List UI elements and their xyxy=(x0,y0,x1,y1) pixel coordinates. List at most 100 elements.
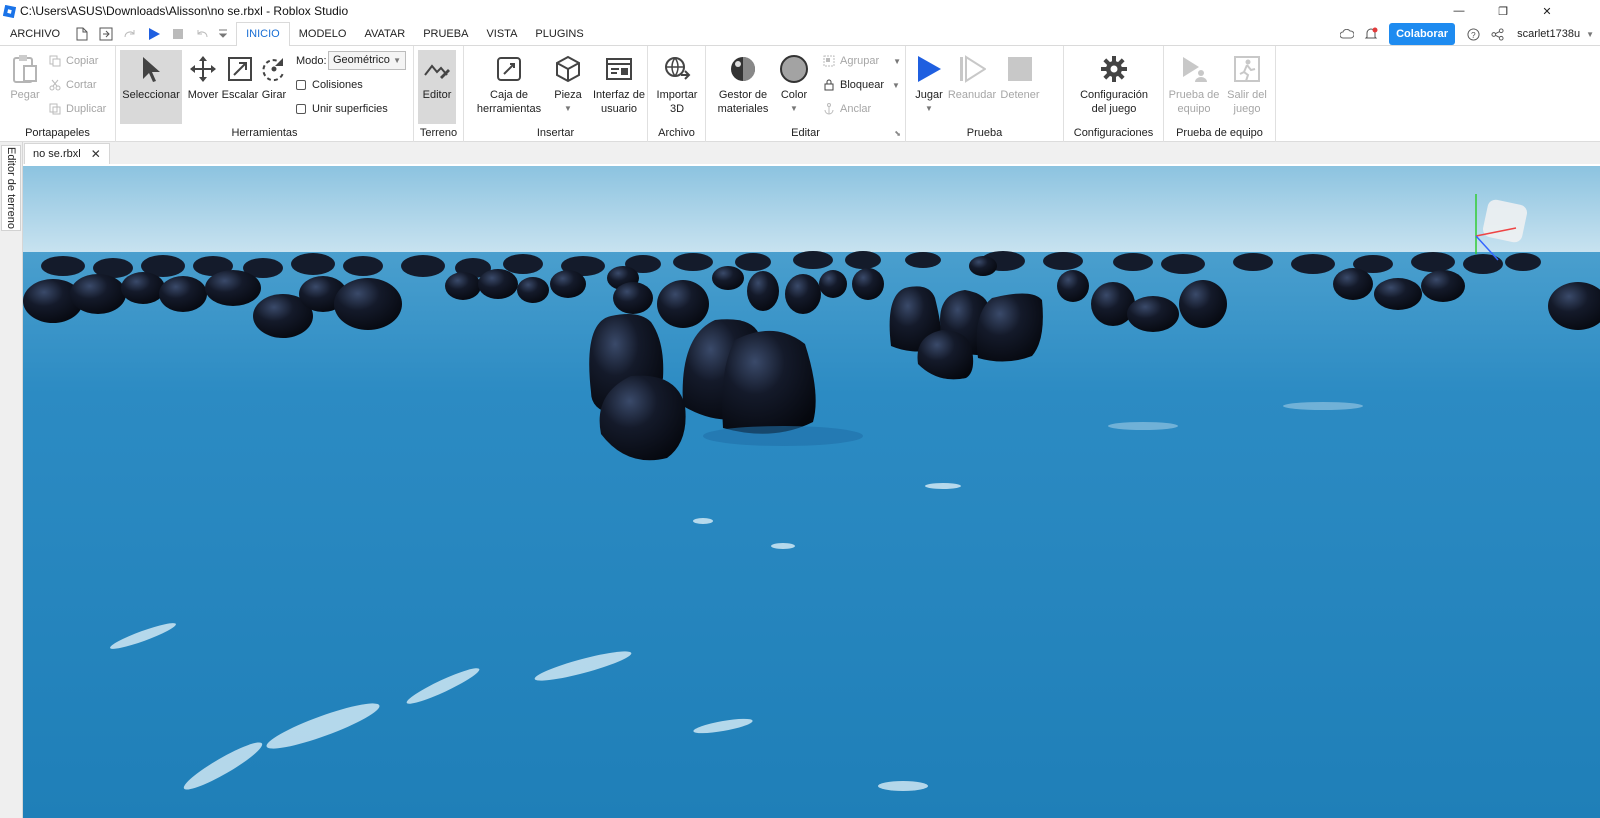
toolbox-button[interactable]: Caja de herramientas xyxy=(474,50,544,116)
copy-button[interactable]: Copiar xyxy=(48,52,98,70)
settings-group: Configuración del juego Configuraciones xyxy=(1064,46,1164,142)
minimize-icon: — xyxy=(1453,5,1465,17)
group-label-clipboard: Portapapeles xyxy=(25,127,90,139)
quick-play-icon[interactable] xyxy=(146,26,162,42)
color-circle-icon xyxy=(776,50,812,88)
material-sphere-icon xyxy=(725,50,761,88)
restore-icon: ❐ xyxy=(1498,5,1508,18)
cloud-icon[interactable] xyxy=(1339,26,1355,42)
3d-viewport[interactable] xyxy=(23,166,1600,818)
cube-icon xyxy=(550,50,586,88)
collaborate-button[interactable]: Colaborar xyxy=(1389,23,1456,45)
roblox-studio-icon xyxy=(3,4,16,18)
tab-inicio[interactable]: INICIO xyxy=(236,21,290,47)
terrain-editor-side-tab[interactable]: Editor de terreno xyxy=(1,145,21,231)
part-chevron-down-icon: ▼ xyxy=(564,104,572,113)
undo-icon[interactable] xyxy=(194,26,210,42)
cut-button[interactable]: Cortar xyxy=(48,76,97,94)
join-surfaces-check[interactable] xyxy=(296,104,306,114)
exit-game-icon xyxy=(1229,50,1265,88)
customize-dropdown-icon[interactable] xyxy=(218,26,228,42)
globe-import-icon xyxy=(659,50,695,88)
duplicate-button[interactable]: Duplicar xyxy=(48,100,106,118)
copy-icon xyxy=(48,54,62,68)
import-3d-button[interactable]: Importar 3D xyxy=(654,50,700,116)
tools-group: Seleccionar Mover Escalar Girar Modo: Ge… xyxy=(116,46,414,142)
resume-button[interactable]: Reanudar xyxy=(946,50,998,102)
team-test-group: Prueba de equipo Salir del juego Prueba … xyxy=(1164,46,1276,142)
close-icon: ✕ xyxy=(1542,5,1552,18)
restore-button[interactable]: ❐ xyxy=(1480,0,1526,22)
tab-plugins[interactable]: PLUGINS xyxy=(526,22,592,46)
close-tab-icon[interactable]: ✕ xyxy=(91,147,101,161)
tab-avatar[interactable]: AVATAR xyxy=(355,22,414,46)
close-window-button[interactable]: ✕ xyxy=(1524,0,1570,22)
paste-button[interactable]: Pegar xyxy=(8,50,42,102)
group-label-edit: Editar xyxy=(791,127,820,139)
tab-modelo[interactable]: MODELO xyxy=(290,22,356,46)
group-label-settings: Configuraciones xyxy=(1073,127,1154,139)
username-label[interactable]: scarlet1738u xyxy=(1517,28,1580,40)
color-button[interactable]: Color ▼ xyxy=(776,50,812,116)
redo-icon[interactable] xyxy=(122,26,138,42)
tab-vista[interactable]: VISTA xyxy=(477,22,526,46)
mode-select[interactable]: Geométrico ▼ xyxy=(328,51,406,70)
rotate-tool-button[interactable]: Girar xyxy=(256,50,292,102)
part-button[interactable]: Pieza ▼ xyxy=(548,50,588,116)
play-icon xyxy=(911,50,947,88)
play-button[interactable]: Jugar ▼ xyxy=(912,50,946,116)
lock-icon xyxy=(822,78,836,92)
anchor-button[interactable]: Anclar xyxy=(822,100,871,118)
group-label-file: Archivo xyxy=(658,127,695,139)
notifications-bell-icon[interactable] xyxy=(1363,26,1379,42)
move-tool-button[interactable]: Mover xyxy=(184,50,222,102)
toolbox-icon xyxy=(491,50,527,88)
lock-button[interactable]: Bloquear ▼ xyxy=(822,76,900,94)
game-settings-button[interactable]: Configuración del juego xyxy=(1074,50,1154,116)
join-surfaces-checkbox[interactable]: Unir superficies xyxy=(296,100,388,118)
exit-game-button[interactable]: Salir del juego xyxy=(1222,50,1272,116)
share-icon[interactable] xyxy=(1489,26,1505,42)
quick-stop-icon[interactable] xyxy=(170,26,186,42)
group-icon xyxy=(822,54,836,68)
insert-group: Caja de herramientas Pieza ▼ Interfaz de… xyxy=(464,46,648,142)
group-chevron-down-icon: ▼ xyxy=(893,56,902,66)
window-title: C:\Users\ASUS\Downloads\Alisson\no se.rb… xyxy=(20,4,349,18)
publish-icon[interactable] xyxy=(98,26,114,42)
anchor-icon xyxy=(822,102,836,116)
group-label-terrain: Terreno xyxy=(419,127,458,139)
clipboard-group: Pegar Copiar Cortar Duplicar Portapapele… xyxy=(0,46,116,142)
lock-chevron-down-icon: ▼ xyxy=(892,80,900,90)
new-file-icon[interactable] xyxy=(74,26,90,42)
collisions-checkbox[interactable]: Colisiones xyxy=(296,76,363,94)
collisions-check[interactable] xyxy=(296,80,306,90)
resume-icon xyxy=(954,50,990,88)
play-chevron-down-icon: ▼ xyxy=(925,104,933,113)
rotate-icon xyxy=(256,50,292,88)
ui-window-icon xyxy=(601,50,637,88)
file-menu[interactable]: ARCHIVO xyxy=(0,28,70,40)
group-label-insert: Insertar xyxy=(536,127,575,139)
account-chevron-down-icon[interactable]: ▼ xyxy=(1586,30,1594,39)
gear-icon xyxy=(1096,50,1132,88)
help-icon[interactable]: ? xyxy=(1465,26,1481,42)
ocean-scene xyxy=(23,166,1600,818)
stop-button[interactable]: Detener xyxy=(998,50,1042,102)
terrain-editor-button[interactable]: Editor xyxy=(418,50,456,124)
tab-prueba[interactable]: PRUEBA xyxy=(414,22,477,46)
test-group: Jugar ▼ Reanudar Detener Prueba xyxy=(906,46,1064,142)
select-tool-button[interactable]: Seleccionar xyxy=(120,50,182,124)
group-label-test: Prueba xyxy=(966,127,1003,139)
scissors-icon xyxy=(48,78,62,92)
material-manager-button[interactable]: Gestor de materiales xyxy=(714,50,772,116)
group-button[interactable]: Agrupar ▼ xyxy=(822,52,901,70)
scale-icon xyxy=(222,50,258,88)
team-test-button[interactable]: Prueba de equipo xyxy=(1168,50,1220,116)
document-tab-bar: no se.rbxl ✕ xyxy=(0,142,1600,164)
document-tab[interactable]: no se.rbxl ✕ xyxy=(24,143,110,164)
user-interface-button[interactable]: Interfaz de usuario xyxy=(590,50,648,116)
stop-icon xyxy=(1002,50,1038,88)
minimize-button[interactable]: — xyxy=(1436,0,1482,22)
paste-icon xyxy=(7,50,43,88)
sky xyxy=(23,166,1600,254)
